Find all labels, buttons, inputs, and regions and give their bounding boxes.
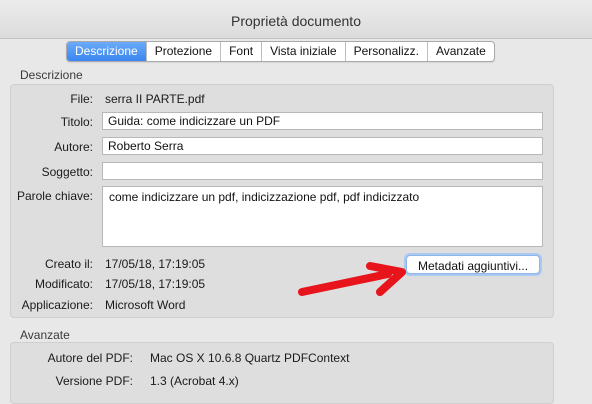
pdf-producer-value: Mac OS X 10.6.8 Quartz PDFContext	[150, 351, 350, 365]
author-field[interactable]	[102, 137, 543, 155]
advanced-section-label: Avanzate	[20, 328, 70, 342]
modified-label: Modificato:	[34, 277, 93, 291]
created-value: 17/05/18, 17:19:05	[105, 257, 206, 271]
modified-value: 17/05/18, 17:19:05	[105, 277, 206, 291]
title-bar: Proprietà documento	[0, 0, 592, 39]
tab-bar: Descrizione Protezione Font Vista inizia…	[66, 41, 495, 62]
author-label: Autore:	[54, 140, 93, 154]
red-arrow-annotation	[298, 262, 406, 296]
file-value: serra II PARTE.pdf	[105, 92, 205, 106]
pdf-version-value: 1.3 (Acrobat 4.x)	[150, 374, 239, 388]
subject-label: Soggetto:	[41, 165, 93, 179]
tab-font[interactable]: Font	[221, 42, 263, 61]
title-label: Titolo:	[60, 115, 93, 129]
tab-protezione[interactable]: Protezione	[147, 42, 222, 61]
additional-metadata-button[interactable]: Metadati aggiuntivi...	[406, 255, 540, 274]
pdf-producer-label: Autore del PDF:	[47, 351, 133, 365]
subject-field[interactable]	[102, 162, 543, 180]
title-field[interactable]	[102, 112, 543, 130]
window-title: Proprietà documento	[231, 13, 361, 29]
created-label: Creato il:	[44, 257, 93, 271]
tab-avanzate[interactable]: Avanzate	[428, 42, 494, 61]
tab-vista-iniziale[interactable]: Vista iniziale	[262, 42, 346, 61]
application-value: Microsoft Word	[105, 298, 186, 312]
application-label: Applicazione:	[21, 298, 93, 312]
file-label: File:	[70, 92, 93, 106]
pdf-version-label: Versione PDF:	[55, 374, 133, 388]
tab-personalizz[interactable]: Personalizz.	[346, 42, 428, 61]
description-section-label: Descrizione	[20, 68, 83, 82]
keywords-label: Parole chiave:	[16, 189, 93, 203]
tab-descrizione[interactable]: Descrizione	[67, 42, 147, 61]
keywords-field[interactable]: come indicizzare un pdf, indicizzazione …	[102, 186, 543, 247]
